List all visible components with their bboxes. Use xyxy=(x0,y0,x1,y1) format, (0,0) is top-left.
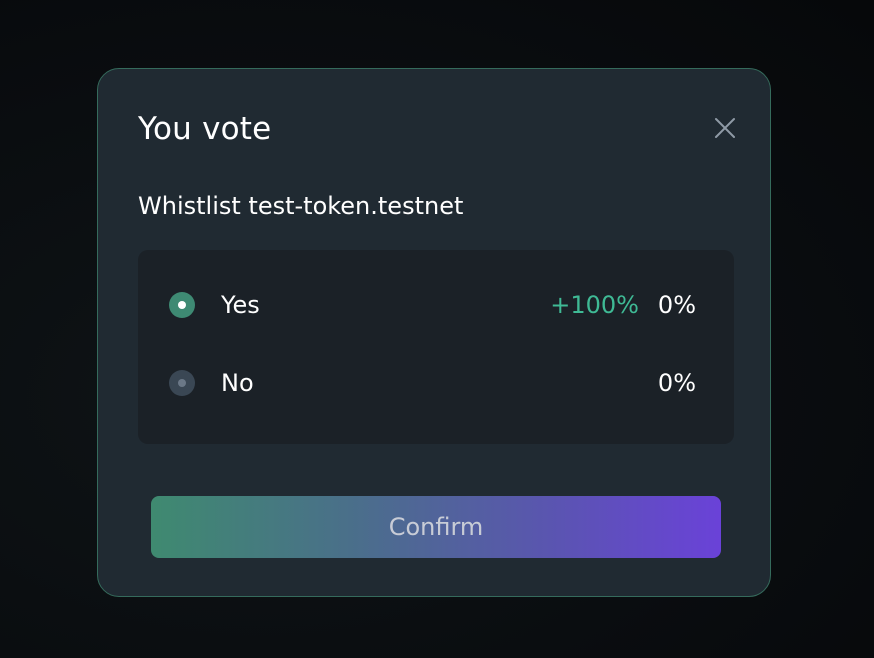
option-label-no: No xyxy=(221,369,254,397)
proposal-name: Whistlist test-token.testnet xyxy=(138,192,464,220)
option-change-yes: +100% xyxy=(550,291,639,319)
vote-option-yes[interactable]: Yes +100% 0% xyxy=(138,275,734,335)
confirm-button[interactable]: Confirm xyxy=(151,496,721,558)
vote-option-no[interactable]: No 0% xyxy=(138,353,734,413)
radio-yes[interactable] xyxy=(169,292,195,318)
option-label-yes: Yes xyxy=(221,291,260,319)
modal-title: You vote xyxy=(138,111,272,147)
vote-options-panel: Yes +100% 0% No 0% xyxy=(138,250,734,444)
radio-dot xyxy=(178,379,186,387)
close-icon xyxy=(715,118,735,138)
option-percent-no: 0% xyxy=(657,369,696,397)
close-button[interactable] xyxy=(710,113,740,143)
vote-modal: You vote Whistlist test-token.testnet Ye… xyxy=(97,68,771,597)
radio-dot xyxy=(178,301,186,309)
option-percent-yes: 0% xyxy=(657,291,696,319)
radio-no[interactable] xyxy=(169,370,195,396)
